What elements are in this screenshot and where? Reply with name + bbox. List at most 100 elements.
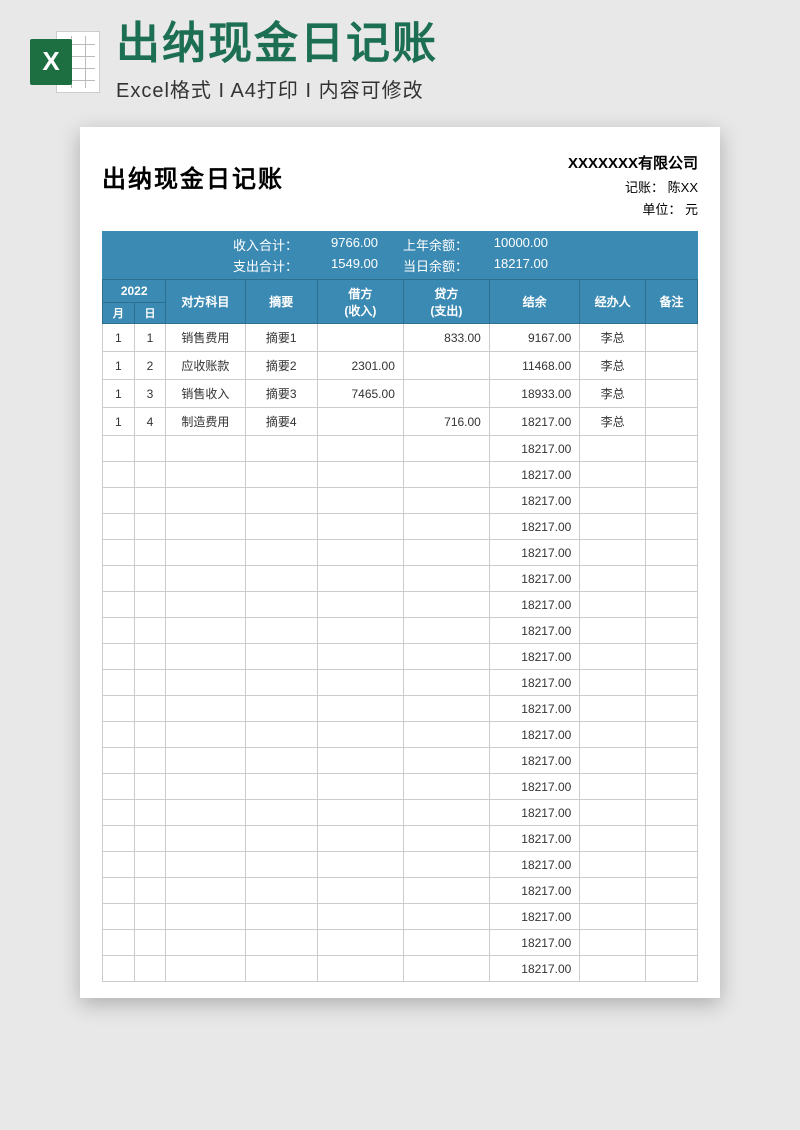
cell [245, 618, 317, 644]
table-row: 18217.00 [103, 696, 698, 722]
cell [580, 774, 646, 800]
cell [403, 722, 489, 748]
cell: 1 [103, 380, 135, 408]
cell [403, 852, 489, 878]
cell [134, 774, 166, 800]
cell [103, 904, 135, 930]
cell [580, 592, 646, 618]
cell [317, 618, 403, 644]
header-credit: 贷方 (支出) [403, 280, 489, 324]
income-value: 9766.00 [302, 234, 382, 255]
cell [645, 774, 697, 800]
cell [103, 722, 135, 748]
cell [317, 878, 403, 904]
table-row: 18217.00 [103, 618, 698, 644]
cell [245, 956, 317, 982]
cell: 18217.00 [489, 514, 579, 540]
cell [317, 670, 403, 696]
cell: 销售收入 [166, 380, 245, 408]
header-operator: 经办人 [580, 280, 646, 324]
cell: 1 [134, 324, 166, 352]
header-summary: 摘要 [245, 280, 317, 324]
header-year: 2022 [103, 280, 166, 303]
cell: 18217.00 [489, 956, 579, 982]
cell [645, 566, 697, 592]
cell [645, 956, 697, 982]
cell [245, 748, 317, 774]
cell: 3 [134, 380, 166, 408]
header-month: 月 [103, 303, 135, 324]
cell [645, 380, 697, 408]
cell [580, 540, 646, 566]
cell [403, 514, 489, 540]
cell [166, 956, 245, 982]
cell [245, 514, 317, 540]
cell: 1 [103, 352, 135, 380]
banner-subtitle: Excel格式 I A4打印 I 内容可修改 [116, 74, 770, 103]
cell [245, 852, 317, 878]
cell: 18217.00 [489, 826, 579, 852]
cell [403, 488, 489, 514]
cell [103, 670, 135, 696]
cell [580, 618, 646, 644]
table-row: 18217.00 [103, 514, 698, 540]
cell [134, 644, 166, 670]
cell [645, 904, 697, 930]
cell [166, 514, 245, 540]
cell [245, 904, 317, 930]
table-row: 18217.00 [103, 566, 698, 592]
cell [317, 748, 403, 774]
table-row: 18217.00 [103, 592, 698, 618]
cell [134, 592, 166, 618]
cell: 18217.00 [489, 618, 579, 644]
cell [317, 774, 403, 800]
cell [580, 462, 646, 488]
table-row: 18217.00 [103, 904, 698, 930]
cell [166, 930, 245, 956]
cell [645, 436, 697, 462]
cell [103, 566, 135, 592]
cell [403, 696, 489, 722]
cell [103, 774, 135, 800]
table-row: 18217.00 [103, 956, 698, 982]
cell [103, 800, 135, 826]
cell [166, 826, 245, 852]
cell [245, 462, 317, 488]
cell [103, 852, 135, 878]
prev-balance-label: 上年余额： [382, 234, 472, 255]
cell [166, 748, 245, 774]
cell [317, 722, 403, 748]
cell [645, 592, 697, 618]
table-row: 12应收账款摘要22301.0011468.00李总 [103, 352, 698, 380]
cell: 18933.00 [489, 380, 579, 408]
table-row: 18217.00 [103, 670, 698, 696]
cell [134, 540, 166, 566]
banner-title: 出纳现金日记账 [116, 20, 770, 68]
cell: 销售费用 [166, 324, 245, 352]
cell: 摘要1 [245, 324, 317, 352]
banner: X 出纳现金日记账 Excel格式 I A4打印 I 内容可修改 [0, 0, 800, 115]
today-balance-value: 18217.00 [472, 255, 552, 276]
cell: 18217.00 [489, 540, 579, 566]
cell [403, 618, 489, 644]
cell: 716.00 [403, 408, 489, 436]
cell [580, 904, 646, 930]
cell [166, 618, 245, 644]
cell [403, 956, 489, 982]
cell: 18217.00 [489, 566, 579, 592]
document-page: 出纳现金日记账 XXXXXXX有限公司 记账： 陈XX 单位： 元 收入合计： … [80, 127, 720, 998]
cell [245, 592, 317, 618]
cell [245, 696, 317, 722]
cell [245, 566, 317, 592]
cell: 18217.00 [489, 748, 579, 774]
cell [580, 852, 646, 878]
cell [580, 878, 646, 904]
cell [134, 852, 166, 878]
summary-bar: 收入合计： 9766.00 上年余额： 10000.00 支出合计： 1549.… [102, 231, 698, 279]
cell [403, 826, 489, 852]
cell [245, 644, 317, 670]
cell: 11468.00 [489, 352, 579, 380]
table-row: 18217.00 [103, 540, 698, 566]
cell [166, 566, 245, 592]
table-row: 18217.00 [103, 722, 698, 748]
